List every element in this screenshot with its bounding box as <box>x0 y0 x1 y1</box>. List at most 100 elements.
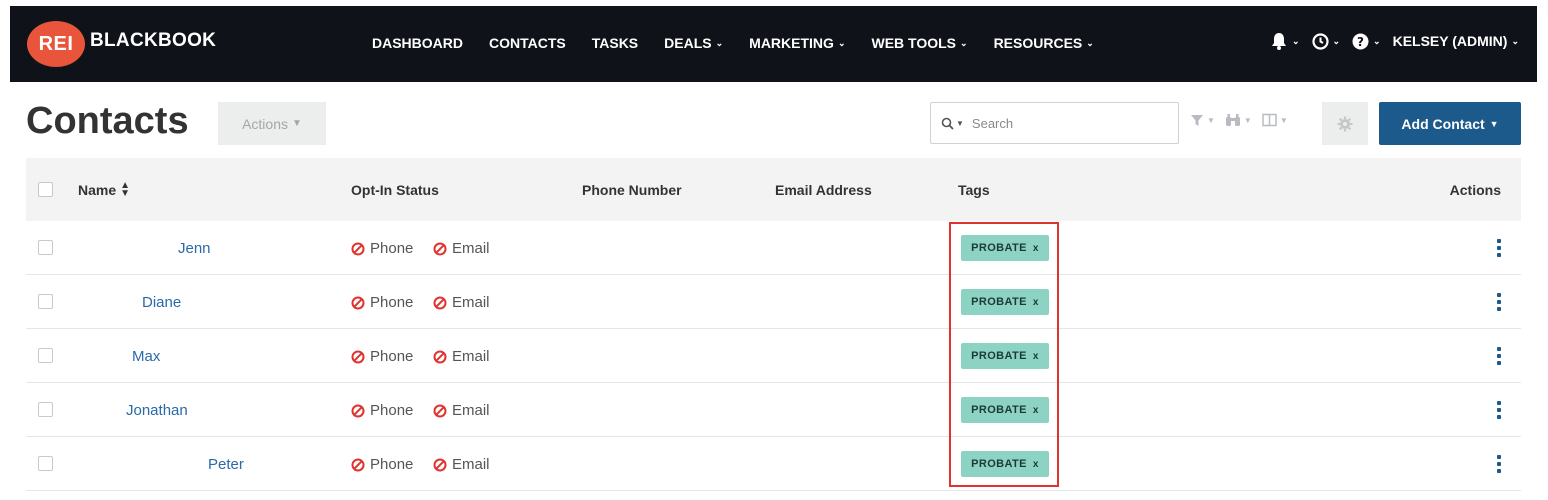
column-actions-header: Actions <box>1449 182 1501 198</box>
tag-remove-button[interactable]: x <box>1033 351 1039 362</box>
tag-remove-button[interactable]: x <box>1033 297 1039 308</box>
contact-name-link[interactable]: Jonathan <box>126 402 188 419</box>
row-checkbox[interactable] <box>38 348 53 363</box>
search-input[interactable] <box>971 115 1152 131</box>
recent-button[interactable]: ⌄ <box>1311 32 1341 50</box>
no-entry-icon <box>351 350 365 363</box>
brand-name: BLACKBOOK <box>90 30 217 51</box>
table-row: Max Phone Email PROBATE x <box>26 329 1521 383</box>
row-checkbox[interactable] <box>38 402 53 417</box>
optin-phone: Phone <box>351 240 413 257</box>
tag-badge: PROBATE x <box>961 343 1049 369</box>
svg-text:?: ? <box>1357 35 1364 49</box>
optin-phone-label: Phone <box>370 348 414 365</box>
optin-phone-label: Phone <box>370 240 414 257</box>
list-tools: ▼ ▼ ▼ <box>1190 113 1288 127</box>
column-optin-header: Opt-In Status <box>351 182 439 198</box>
contact-name-link[interactable]: Diane <box>142 294 181 311</box>
tag-label: PROBATE <box>971 242 1027 254</box>
optin-email-label: Email <box>452 240 490 257</box>
optin-email-label: Email <box>452 456 490 473</box>
chevron-down-icon: ⌄ <box>1332 35 1341 46</box>
select-all-checkbox[interactable] <box>38 182 53 197</box>
brand-logo[interactable]: REI <box>27 21 85 67</box>
optin-email: Email <box>433 456 490 473</box>
caret-down-icon: ▼ <box>1243 115 1252 125</box>
optin-email-label: Email <box>452 402 490 419</box>
no-entry-icon <box>351 296 365 309</box>
no-entry-icon <box>433 296 447 309</box>
table-row: Peter Phone Email PROBATE x <box>26 437 1521 491</box>
row-actions-menu[interactable] <box>1496 239 1502 257</box>
columns-icon <box>1262 113 1277 127</box>
row-checkbox[interactable] <box>38 456 53 471</box>
column-tags-header: Tags <box>958 182 990 198</box>
tag-badge: PROBATE x <box>961 235 1049 261</box>
clock-icon <box>1311 32 1329 50</box>
contact-name-link[interactable]: Peter <box>208 456 244 473</box>
saved-search-button[interactable]: ▼ <box>1225 113 1252 127</box>
no-entry-icon <box>433 404 447 417</box>
caret-down-icon: ▼ <box>1207 115 1215 125</box>
tag-badge: PROBATE x <box>961 451 1049 477</box>
top-navbar: REI BLACKBOOK DASHBOARD CONTACTS TASKS D… <box>10 6 1537 82</box>
add-contact-button[interactable]: Add Contact ▼ <box>1379 102 1521 145</box>
no-entry-icon <box>351 242 365 255</box>
filter-button[interactable]: ▼ <box>1190 113 1215 127</box>
optin-email: Email <box>433 294 490 311</box>
caret-down-icon: ▼ <box>292 118 302 129</box>
tag-remove-button[interactable]: x <box>1033 459 1039 470</box>
optin-phone: Phone <box>351 294 413 311</box>
nav-tasks[interactable]: TASKS <box>592 35 638 51</box>
help-button[interactable]: ? ⌄ <box>1352 33 1381 50</box>
tag-remove-button[interactable]: x <box>1033 405 1039 416</box>
notifications-button[interactable]: ⌄ <box>1270 32 1300 50</box>
chevron-down-icon: ⌄ <box>837 37 846 48</box>
optin-phone-label: Phone <box>370 456 414 473</box>
chevron-down-icon: ⌄ <box>1511 35 1519 46</box>
tag-label: PROBATE <box>971 296 1027 308</box>
columns-button[interactable]: ▼ <box>1262 113 1288 127</box>
caret-down-icon[interactable]: ▼ <box>956 119 964 128</box>
column-name-header[interactable]: Name ▲ ▼ <box>78 180 131 199</box>
row-actions-menu[interactable] <box>1496 347 1502 365</box>
search-icon[interactable] <box>941 117 954 130</box>
row-checkbox[interactable] <box>38 240 53 255</box>
nav-dashboard[interactable]: DASHBOARD <box>372 35 463 51</box>
user-toolbar: ⌄ ⌄ ? ⌄ KELSEY (ADMIN) ⌄ <box>1270 32 1519 50</box>
row-actions-menu[interactable] <box>1496 401 1502 419</box>
nav-resources[interactable]: RESOURCES ⌄ <box>994 35 1094 51</box>
bulk-actions-button[interactable]: Actions ▼ <box>218 102 326 145</box>
tag-remove-button[interactable]: x <box>1033 243 1039 254</box>
no-entry-icon <box>433 242 447 255</box>
nav-deals[interactable]: DEALS ⌄ <box>664 35 723 51</box>
row-checkbox[interactable] <box>38 294 53 309</box>
chevron-down-icon: ⌄ <box>1373 35 1381 46</box>
tag-label: PROBATE <box>971 350 1027 362</box>
row-actions-menu[interactable] <box>1496 455 1502 473</box>
nav-marketing[interactable]: MARKETING ⌄ <box>749 35 845 51</box>
page-title: Contacts <box>26 100 189 142</box>
tag-label: PROBATE <box>971 404 1027 416</box>
user-menu[interactable]: KELSEY (ADMIN) ⌄ <box>1393 33 1519 49</box>
search-box: ▼ <box>930 102 1179 144</box>
settings-button[interactable] <box>1322 102 1368 145</box>
optin-phone: Phone <box>351 402 413 419</box>
contact-name-link[interactable]: Jenn <box>178 240 211 257</box>
optin-phone-label: Phone <box>370 402 414 419</box>
table-header: Name ▲ ▼ Opt-In Status Phone Number Email… <box>26 158 1521 221</box>
caret-down-icon: ▼ <box>1279 115 1288 125</box>
contact-name-link[interactable]: Max <box>132 348 160 365</box>
add-contact-label: Add Contact <box>1401 115 1485 132</box>
no-entry-icon <box>351 404 365 417</box>
nav-web-tools[interactable]: WEB TOOLS ⌄ <box>871 35 967 51</box>
table-row: Jonathan Phone Email PROBATE x <box>26 383 1521 437</box>
sort-icon: ▲ ▼ <box>120 180 131 199</box>
user-name: KELSEY (ADMIN) <box>1392 33 1508 49</box>
row-actions-menu[interactable] <box>1496 293 1502 311</box>
nav-contacts[interactable]: CONTACTS <box>489 35 566 51</box>
column-name-label: Name <box>78 182 117 198</box>
optin-email: Email <box>433 240 490 257</box>
optin-email: Email <box>433 348 490 365</box>
no-entry-icon <box>433 458 447 471</box>
